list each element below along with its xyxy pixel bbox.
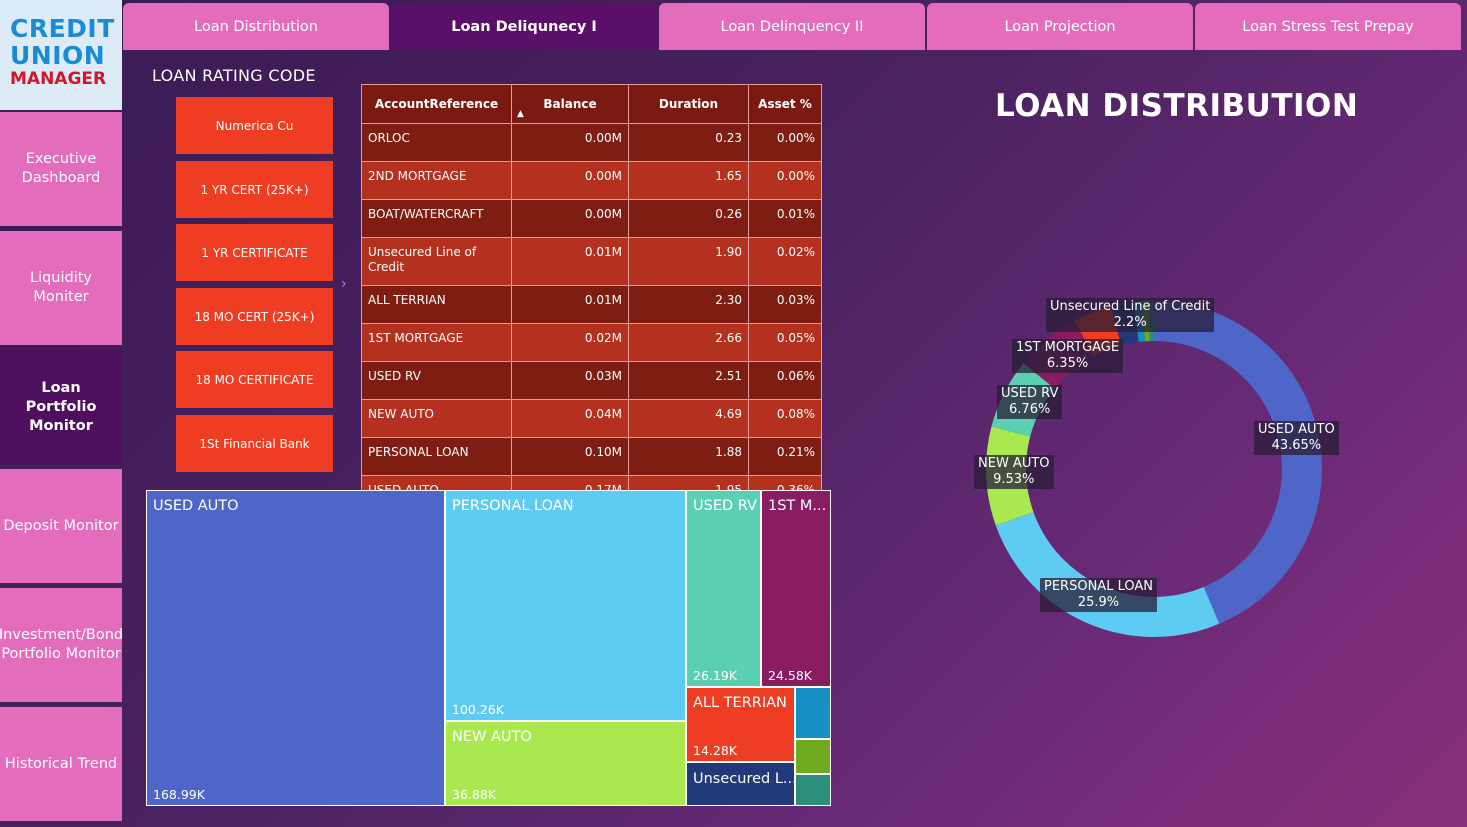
donut-slice[interactable]	[995, 511, 1220, 637]
donut-label-pct: 25.9%	[1077, 595, 1120, 610]
donut-label-name: USED AUTO	[1258, 422, 1335, 437]
donut-label-name: PERSONAL LOAN	[1044, 579, 1153, 594]
donut-slice[interactable]	[1154, 301, 1322, 624]
donut-label-name: Unsecured Line of Credit	[1050, 299, 1211, 314]
donut-label: PERSONAL LOAN 25.9%	[1040, 578, 1157, 612]
donut-label: USED AUTO 43.65%	[1254, 421, 1339, 455]
donut-label: USED RV 6.76%	[997, 385, 1063, 419]
donut-label-pct: 9.53%	[993, 472, 1035, 487]
donut-label-name: 1ST MORTGAGE	[1016, 340, 1120, 355]
donut-label: 1ST MORTGAGE 6.35%	[1012, 339, 1124, 373]
donut-label: Unsecured Line of Credit 2.2%	[1046, 298, 1215, 332]
donut-label-pct: 6.76%	[1009, 402, 1051, 417]
donut-label-name: USED RV	[1001, 386, 1059, 401]
loan-distribution-donut	[986, 301, 1322, 637]
donut-label-pct: 43.65%	[1271, 438, 1322, 453]
donut-label: NEW AUTO 9.53%	[974, 455, 1054, 489]
donut-label-name: NEW AUTO	[978, 456, 1050, 471]
donut-label-pct: 2.2%	[1113, 315, 1147, 330]
donut-label-pct: 6.35%	[1046, 356, 1089, 371]
